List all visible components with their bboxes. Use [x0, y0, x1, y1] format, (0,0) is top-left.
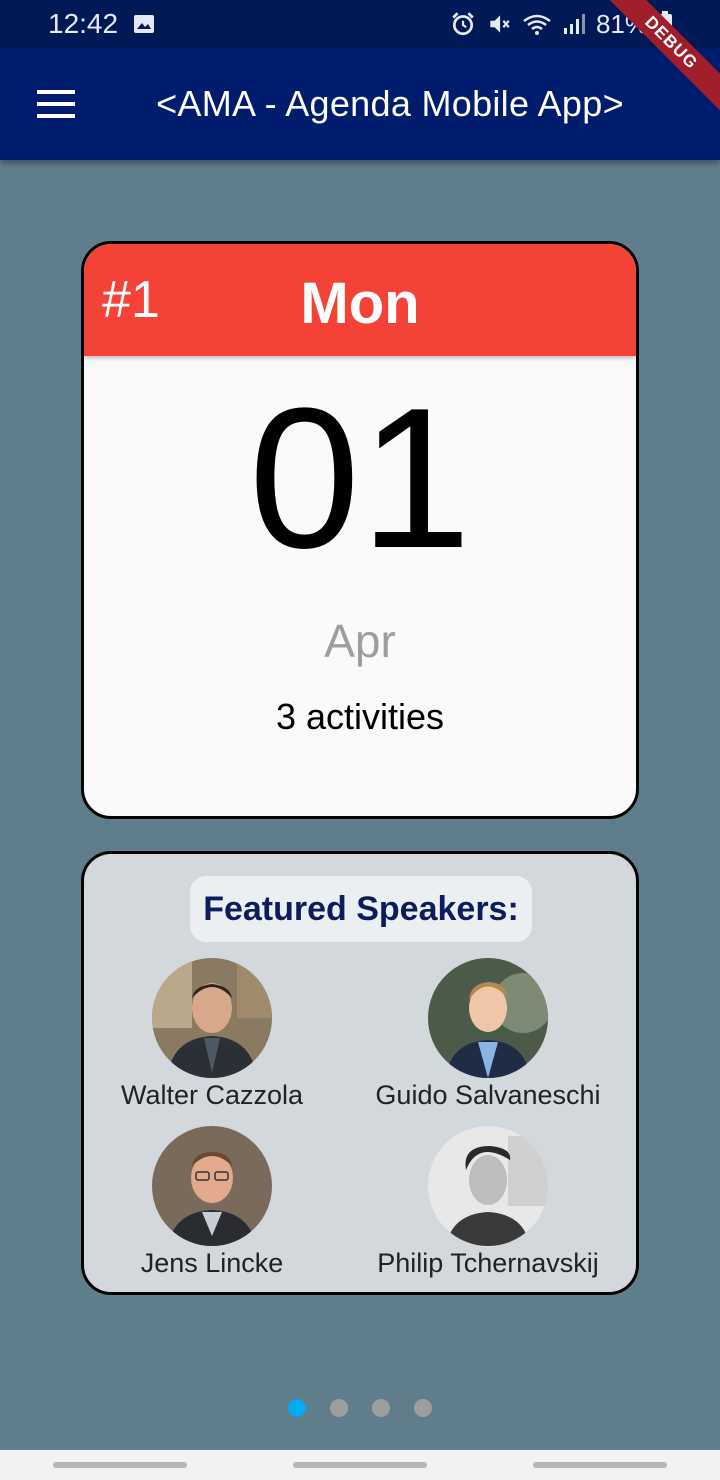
page-dot-3[interactable] — [372, 1399, 390, 1417]
speaker-name: Philip Tchernavskij — [377, 1248, 599, 1278]
wifi-icon — [522, 11, 552, 37]
app-title: <AMA - Agenda Mobile App> — [156, 83, 624, 124]
speaker-philip-tchernavskij[interactable]: Philip Tchernavskij — [358, 1126, 618, 1279]
speaker-avatar — [152, 1126, 272, 1246]
battery-text: 81% — [595, 8, 648, 39]
page-dot-1[interactable] — [288, 1399, 306, 1417]
activities-count: 3 activities — [275, 696, 445, 737]
speaker-name: Guido Salvaneschi — [375, 1080, 601, 1110]
image-icon — [132, 12, 156, 36]
speaker-avatar — [428, 1126, 548, 1246]
back-button[interactable] — [533, 1462, 667, 1468]
day-number: 01 — [248, 367, 472, 590]
featured-speakers-title: Featured Speakers: — [190, 876, 532, 942]
battery-icon — [658, 11, 672, 37]
recents-button[interactable] — [53, 1462, 187, 1468]
day-card-header: #1 Mon — [84, 244, 636, 356]
system-nav-bar — [0, 1450, 720, 1480]
day-weekday: Mon — [300, 271, 420, 336]
featured-speakers-card: Featured Speakers: Walter Cazzola Guido … — [81, 851, 639, 1295]
page-dot-4[interactable] — [414, 1399, 432, 1417]
status-bar: 12:42 81% — [0, 0, 720, 48]
page-indicator — [0, 1399, 720, 1419]
speaker-avatar — [152, 958, 272, 1078]
speaker-jens-lincke[interactable]: Jens Lincke — [82, 1126, 342, 1279]
status-left: 12:42 — [48, 8, 156, 40]
speaker-guido-salvaneschi[interactable]: Guido Salvaneschi — [358, 958, 618, 1111]
day-month: Apr — [324, 615, 396, 667]
speaker-walter-cazzola[interactable]: Walter Cazzola — [82, 958, 342, 1111]
status-right: 81% — [450, 9, 672, 40]
status-time: 12:42 — [48, 8, 119, 39]
speaker-avatar — [428, 958, 548, 1078]
day-card[interactable]: #1 Mon 01 Apr 3 activities — [81, 241, 639, 819]
mute-icon — [486, 11, 512, 37]
alarm-icon — [450, 11, 476, 37]
app-bar: <AMA - Agenda Mobile App> — [0, 48, 720, 160]
signal-icon — [562, 12, 586, 36]
speaker-name: Walter Cazzola — [120, 1080, 304, 1110]
page-dot-2[interactable] — [330, 1399, 348, 1417]
hamburger-menu-icon[interactable] — [24, 76, 88, 132]
home-button[interactable] — [293, 1462, 427, 1468]
speaker-name: Jens Lincke — [140, 1248, 284, 1278]
